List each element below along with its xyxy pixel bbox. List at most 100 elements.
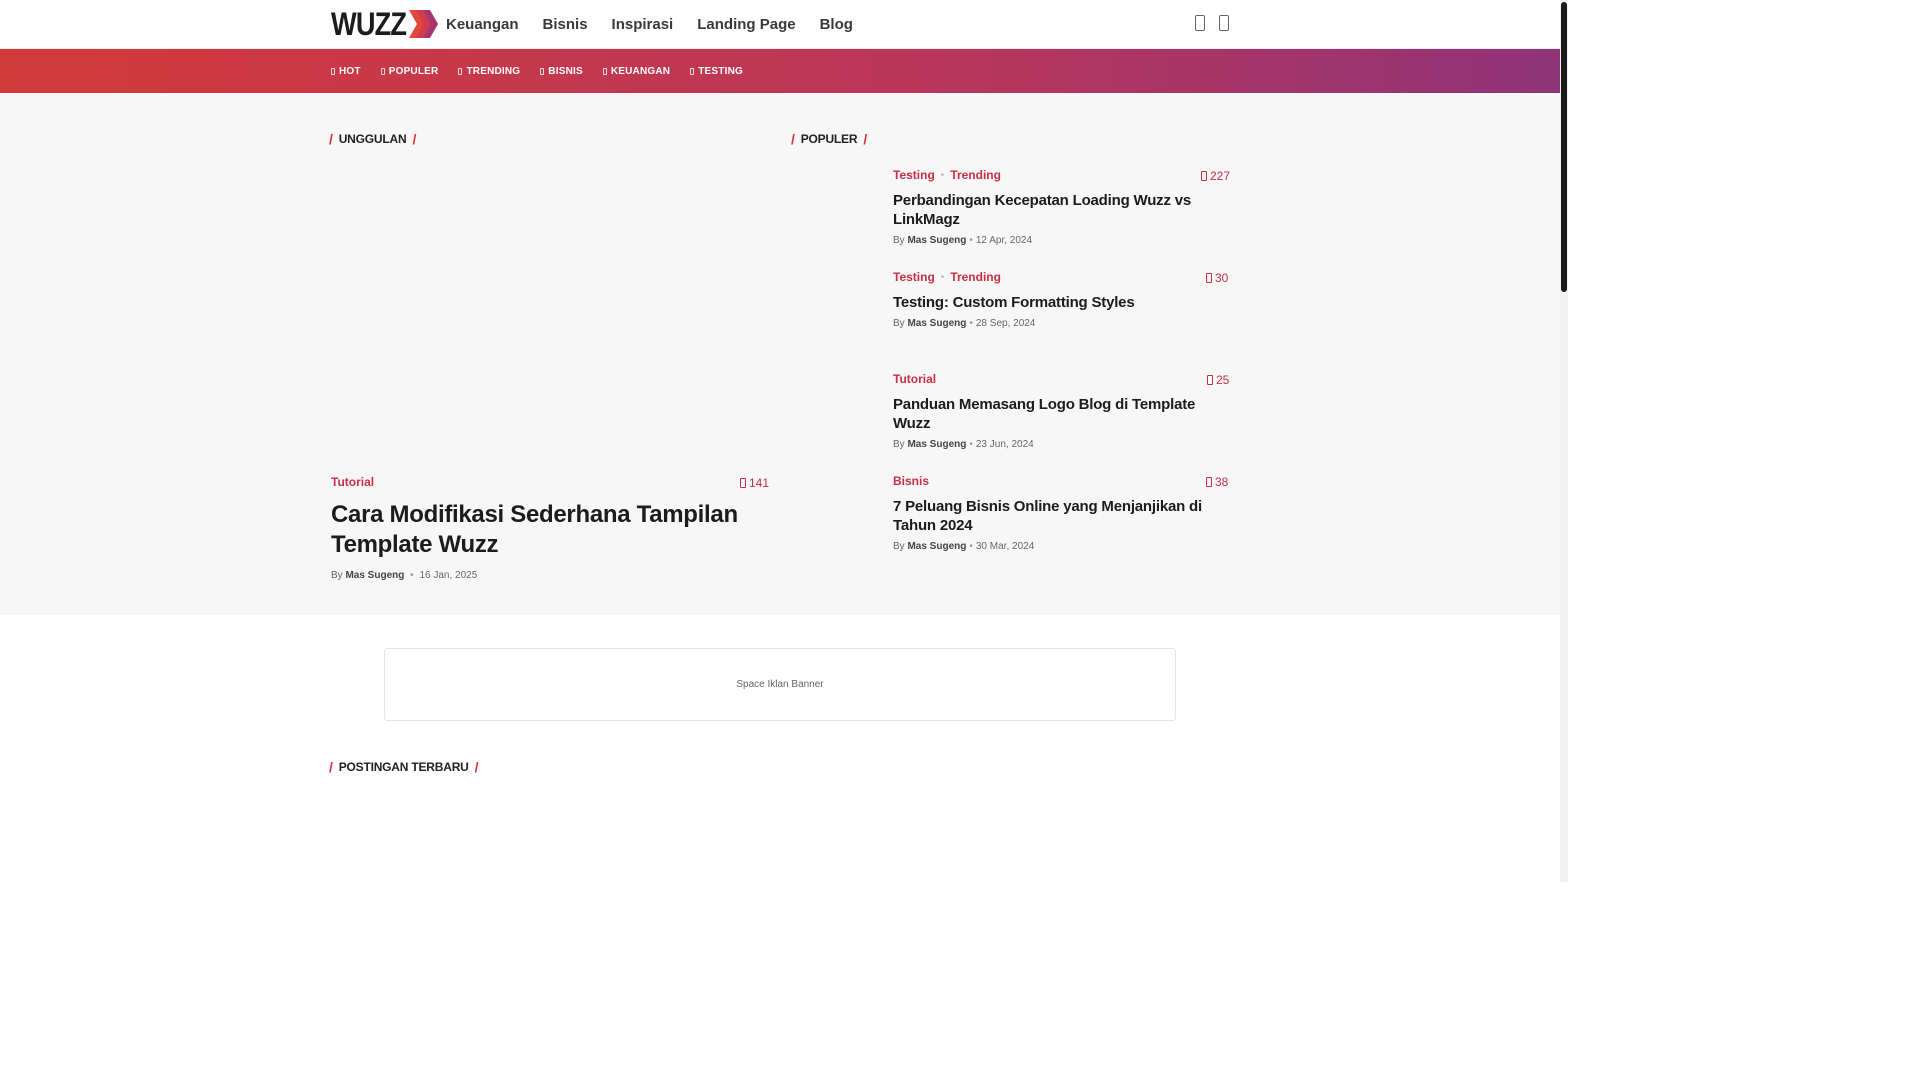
- nav-landing-page[interactable]: Landing Page: [697, 16, 795, 33]
- featured-thumbnail[interactable]: [331, 170, 767, 460]
- popular-title[interactable]: Perbandingan Kecepatan Loading Wuzz vs L…: [893, 191, 1229, 229]
- tag-bisnis[interactable]: BISNIS: [540, 66, 583, 77]
- comment-icon: [1201, 171, 1207, 181]
- tag-icon: [602, 67, 607, 75]
- category-link[interactable]: Bisnis: [893, 474, 929, 488]
- nav-bisnis[interactable]: Bisnis: [543, 16, 588, 33]
- site-logo[interactable]: WUZZ: [331, 6, 439, 42]
- site-header: WUZZ Keuangan Bisnis Inspirasi Landing P…: [0, 0, 1560, 49]
- category-link[interactable]: Tutorial: [893, 372, 936, 386]
- author-name[interactable]: Mas Sugeng: [907, 235, 966, 246]
- views-count: 141: [749, 476, 770, 490]
- tag-testing[interactable]: TESTING: [690, 66, 743, 77]
- section-title-unggulan: / UNGGULAN /: [329, 131, 416, 147]
- author-name[interactable]: Mas Sugeng: [907, 439, 966, 450]
- tag-label: HOT: [339, 65, 361, 77]
- comment-icon: [1207, 375, 1213, 385]
- slash-icon: /: [412, 131, 417, 147]
- popular-meta: By Mas Sugeng • 12 Apr, 2024: [893, 235, 1033, 246]
- slash-icon: /: [329, 759, 333, 775]
- views-count: 38: [1215, 475, 1229, 489]
- comment-icon: [1206, 273, 1212, 283]
- popular-meta: By Mas Sugeng • 23 Jun, 2024: [893, 439, 1034, 450]
- popular-title[interactable]: Panduan Memasang Logo Blog di Template W…: [893, 395, 1229, 433]
- tag-icon: [540, 67, 545, 75]
- section-title-text: POSTINGAN TERBARU: [338, 760, 469, 774]
- popular-thumbnail[interactable]: [793, 168, 877, 252]
- tag-label: POPULER: [388, 65, 439, 77]
- featured-section: [0, 93, 1560, 615]
- tag-icon: [690, 67, 695, 75]
- banner-text: Space Iklan Banner: [736, 679, 824, 690]
- category-link[interactable]: Testing: [893, 168, 935, 182]
- comment-icon: [740, 478, 746, 488]
- popular-views: 25: [1207, 373, 1229, 387]
- by-label: By: [331, 570, 343, 581]
- nav-blog[interactable]: Blog: [820, 16, 853, 33]
- search-icon[interactable]: [1195, 15, 1205, 31]
- featured-title[interactable]: Cara Modifikasi Sederhana Tampilan Templ…: [331, 500, 761, 560]
- page-scrollbar[interactable]: [1560, 0, 1568, 882]
- views-count: 30: [1215, 271, 1229, 285]
- comment-icon: [1206, 477, 1212, 487]
- popular-meta: By Mas Sugeng • 30 Mar, 2024: [893, 541, 1035, 552]
- popular-meta: By Mas Sugeng • 28 Sep, 2024: [893, 318, 1036, 329]
- popular-item: Testing • Trending Testing: Custom Forma…: [893, 270, 1229, 329]
- post-date: 28 Sep, 2024: [975, 318, 1036, 329]
- scrollbar-thumb[interactable]: [1561, 2, 1567, 292]
- category-link[interactable]: Trending: [950, 270, 1001, 284]
- popular-thumbnail[interactable]: [793, 270, 877, 354]
- tag-icon: [331, 67, 335, 75]
- popular-item: Bisnis 7 Peluang Bisnis Online yang Menj…: [893, 474, 1229, 552]
- tag-trending[interactable]: TRENDING: [458, 66, 520, 77]
- author-name[interactable]: Mas Sugeng: [907, 318, 966, 329]
- featured-views: 141: [740, 476, 769, 490]
- nav-keuangan[interactable]: Keuangan: [446, 16, 519, 33]
- section-title-populer: / POPULER /: [791, 131, 867, 147]
- popular-title[interactable]: 7 Peluang Bisnis Online yang Menjanjikan…: [893, 497, 1229, 535]
- tag-keuangan[interactable]: KEUANGAN: [602, 65, 671, 77]
- section-title-text: UNGGULAN: [338, 132, 407, 146]
- popular-item: Testing • Trending Perbandingan Kecepata…: [893, 168, 1229, 246]
- popular-views: 38: [1206, 475, 1228, 489]
- popular-item: Tutorial Panduan Memasang Logo Blog di T…: [893, 372, 1229, 450]
- header-actions: [1195, 15, 1229, 31]
- featured-meta: By Mas Sugeng • 16 Jan, 2025: [331, 570, 478, 581]
- tag-label: BISNIS: [548, 65, 583, 77]
- category-link[interactable]: Testing: [893, 270, 935, 284]
- slash-icon: /: [329, 131, 333, 147]
- views-count: 25: [1216, 373, 1230, 387]
- post-date: 30 Mar, 2024: [975, 541, 1035, 552]
- views-count: 227: [1210, 169, 1231, 183]
- section-title-text: POPULER: [800, 132, 858, 146]
- slash-icon: /: [474, 759, 479, 775]
- author-name[interactable]: Mas Sugeng: [907, 541, 966, 552]
- section-title-latest: / POSTINGAN TERBARU /: [329, 759, 479, 775]
- logo-chevrons-icon: [409, 10, 439, 38]
- post-date: 23 Jun, 2024: [975, 439, 1034, 450]
- popular-views: 30: [1206, 271, 1228, 285]
- logo-text: WUZZ: [331, 6, 407, 42]
- tag-hot[interactable]: HOT: [331, 66, 361, 77]
- theme-toggle-icon[interactable]: [1219, 15, 1229, 31]
- tag-label: KEUANGAN: [610, 65, 671, 77]
- post-date: 12 Apr, 2024: [975, 235, 1033, 246]
- category-link[interactable]: Trending: [950, 168, 1001, 182]
- tag-bar: HOT POPULER TRENDING BISNIS KEUANGAN TES…: [0, 49, 1560, 93]
- tag-populer[interactable]: POPULER: [380, 65, 439, 77]
- featured-category[interactable]: Tutorial: [331, 475, 374, 489]
- post-date: 16 Jan, 2025: [419, 570, 478, 581]
- popular-title[interactable]: Testing: Custom Formatting Styles: [893, 293, 1229, 312]
- tag-icon: [458, 67, 463, 75]
- nav-inspirasi[interactable]: Inspirasi: [612, 16, 674, 33]
- ad-banner[interactable]: Space Iklan Banner: [384, 648, 1176, 721]
- popular-thumbnail[interactable]: [793, 372, 877, 456]
- tag-label: TESTING: [698, 65, 743, 77]
- popular-thumbnail[interactable]: [793, 474, 877, 558]
- main-nav: Keuangan Bisnis Inspirasi Landing Page B…: [446, 0, 853, 49]
- popular-views: 227: [1201, 169, 1230, 183]
- tag-icon: [380, 67, 385, 75]
- slash-icon: /: [791, 131, 795, 147]
- slash-icon: /: [863, 131, 868, 147]
- author-name[interactable]: Mas Sugeng: [345, 570, 404, 581]
